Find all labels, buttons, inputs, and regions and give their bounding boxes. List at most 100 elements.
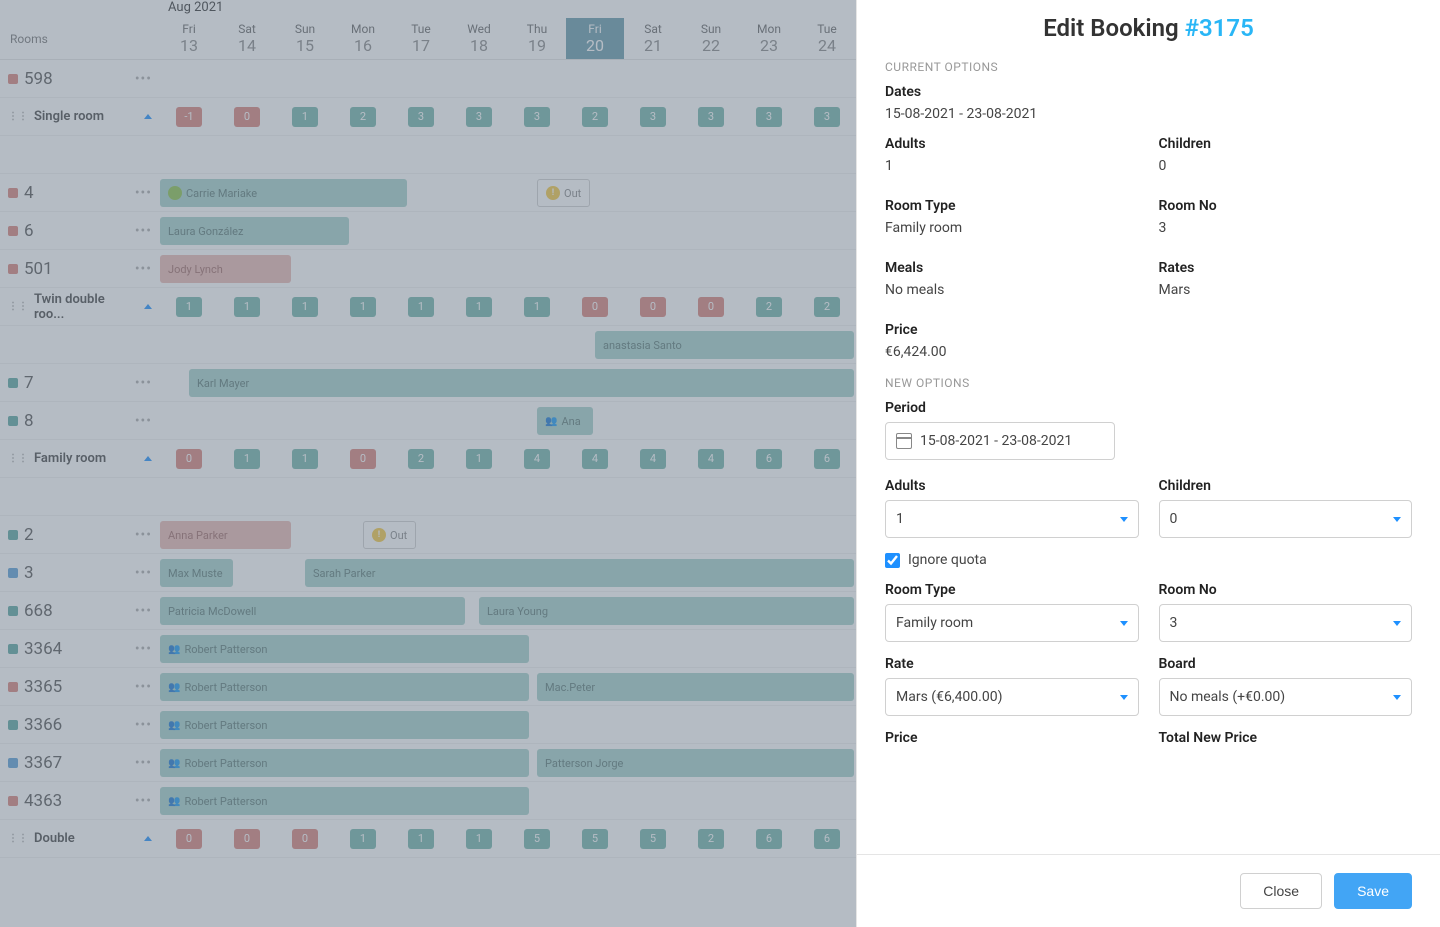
calendar-view: Aug 2021 Rooms Fri13Sat14Sun15Mon16Tue17… (0, 0, 856, 927)
save-button[interactable]: Save (1334, 873, 1412, 909)
dates-value: 15-08-2021 - 23-08-2021 (885, 106, 1412, 122)
chevron-up-icon[interactable] (144, 304, 152, 309)
room-header[interactable]: 8••• (0, 411, 160, 431)
room-color-icon (8, 568, 18, 578)
rooms-header[interactable]: Rooms (0, 18, 160, 59)
children-value: 0 (1159, 158, 1413, 174)
room-header[interactable]: 4••• (0, 183, 160, 203)
day-cell[interactable]: Sun15 (276, 18, 334, 59)
booking-bar[interactable]: Patricia McDowell (160, 597, 465, 625)
more-icon[interactable]: ••• (135, 793, 152, 809)
rate-select[interactable]: Mars (€6,400.00) (885, 678, 1139, 716)
children-select[interactable]: 0 (1159, 500, 1413, 538)
room-group-header[interactable]: ⋮⋮Twin double roo... (0, 292, 160, 322)
availability-pill: 0 (292, 829, 318, 849)
booking-bar[interactable]: Laura Young (479, 597, 854, 625)
more-icon[interactable]: ••• (135, 565, 152, 581)
room-color-icon (8, 606, 18, 616)
day-cell[interactable]: Sat14 (218, 18, 276, 59)
room-header[interactable]: 3364••• (0, 639, 160, 659)
drag-icon[interactable]: ⋮⋮ (8, 453, 28, 464)
day-cell[interactable]: Tue24 (798, 18, 856, 59)
booking-bar[interactable]: Karl Mayer (189, 369, 854, 397)
booking-bar[interactable]: Jody Lynch (160, 255, 291, 283)
chevron-up-icon[interactable] (144, 836, 152, 841)
booking-bar[interactable]: 👥Robert Patterson (160, 787, 529, 815)
day-cell[interactable]: Tue17 (392, 18, 450, 59)
ignore-quota-row[interactable]: Ignore quota (885, 552, 1412, 568)
more-icon[interactable]: ••• (135, 375, 152, 391)
more-icon[interactable]: ••• (135, 413, 152, 429)
new-options-label: NEW OPTIONS (885, 376, 1412, 390)
room-header[interactable]: 4363••• (0, 791, 160, 811)
drag-icon[interactable]: ⋮⋮ (8, 833, 28, 844)
day-cell[interactable]: Mon16 (334, 18, 392, 59)
booking-bar[interactable]: 👥Robert Patterson (160, 711, 529, 739)
day-cell[interactable]: Wed18 (450, 18, 508, 59)
booking-bar[interactable]: 👥Robert Patterson (160, 749, 529, 777)
current-options-label: CURRENT OPTIONS (885, 60, 1412, 74)
availability-pill: 4 (524, 449, 550, 469)
room-header[interactable]: 6••• (0, 221, 160, 241)
more-icon[interactable]: ••• (135, 641, 152, 657)
more-icon[interactable]: ••• (135, 717, 152, 733)
room-header[interactable]: 501••• (0, 259, 160, 279)
room-header[interactable]: 3365••• (0, 677, 160, 697)
booking-bar[interactable]: 👥Robert Patterson (160, 673, 529, 701)
booking-bar[interactable]: Patterson Jorge (537, 749, 854, 777)
booking-bar[interactable]: Laura González (160, 217, 349, 245)
room-header[interactable]: 2••• (0, 525, 160, 545)
more-icon[interactable]: ••• (135, 261, 152, 277)
ignore-quota-label: Ignore quota (908, 552, 987, 568)
drag-icon[interactable]: ⋮⋮ (8, 111, 28, 122)
drag-icon[interactable]: ⋮⋮ (8, 301, 28, 312)
room-header[interactable]: 7••• (0, 373, 160, 393)
board-select[interactable]: No meals (+€0.00) (1159, 678, 1413, 716)
day-cell[interactable]: Sun22 (682, 18, 740, 59)
booking-bar[interactable]: 👥Ana (537, 407, 593, 435)
availability-pill: 1 (466, 449, 492, 469)
calendar-row: ⋮⋮Twin double roo...111111100022 (0, 288, 856, 326)
roomno-select[interactable]: 3 (1159, 604, 1413, 642)
more-icon[interactable]: ••• (135, 223, 152, 239)
booking-bar[interactable]: Max Muste (160, 559, 233, 587)
calendar-row: ⋮⋮Single room-101233323333 (0, 98, 856, 136)
room-header[interactable]: 668••• (0, 601, 160, 621)
adults-select[interactable]: 1 (885, 500, 1139, 538)
day-cell[interactable]: Fri13 (160, 18, 218, 59)
booking-bar[interactable]: 👥Robert Patterson (160, 635, 529, 663)
more-icon[interactable]: ••• (135, 185, 152, 201)
chevron-down-icon (1120, 695, 1128, 700)
period-input[interactable]: 15-08-2021 - 23-08-2021 (885, 422, 1115, 460)
more-icon[interactable]: ••• (135, 527, 152, 543)
availability-pill: 1 (292, 297, 318, 317)
more-icon[interactable]: ••• (135, 71, 152, 87)
ignore-quota-checkbox[interactable] (885, 553, 900, 568)
booking-bar[interactable]: Carrie Mariake (160, 179, 407, 207)
more-icon[interactable]: ••• (135, 603, 152, 619)
room-group-header[interactable]: ⋮⋮Family room (0, 451, 160, 466)
day-cell[interactable]: Thu19 (508, 18, 566, 59)
room-header[interactable]: 3366••• (0, 715, 160, 735)
more-icon[interactable]: ••• (135, 679, 152, 695)
room-header[interactable]: 3367••• (0, 753, 160, 773)
more-icon[interactable]: ••• (135, 755, 152, 771)
out-badge[interactable]: !Out (363, 521, 416, 549)
chevron-up-icon[interactable] (144, 114, 152, 119)
chevron-up-icon[interactable] (144, 456, 152, 461)
booking-bar[interactable]: Anna Parker (160, 521, 291, 549)
roomtype-select[interactable]: Family room (885, 604, 1139, 642)
booking-bar[interactable]: Mac.Peter (537, 673, 854, 701)
close-button[interactable]: Close (1240, 873, 1322, 909)
room-group-header[interactable]: ⋮⋮Double (0, 831, 160, 846)
booking-id: #3175 (1185, 14, 1254, 42)
room-header[interactable]: 598••• (0, 69, 160, 89)
day-cell[interactable]: Mon23 (740, 18, 798, 59)
day-cell[interactable]: Fri20 (566, 18, 624, 59)
day-cell[interactable]: Sat21 (624, 18, 682, 59)
booking-bar[interactable]: Sarah Parker (305, 559, 854, 587)
room-header[interactable]: 3••• (0, 563, 160, 583)
room-group-header[interactable]: ⋮⋮Single room (0, 109, 160, 124)
out-badge[interactable]: !Out (537, 179, 590, 207)
booking-bar[interactable]: anastasia Santo (595, 331, 854, 359)
